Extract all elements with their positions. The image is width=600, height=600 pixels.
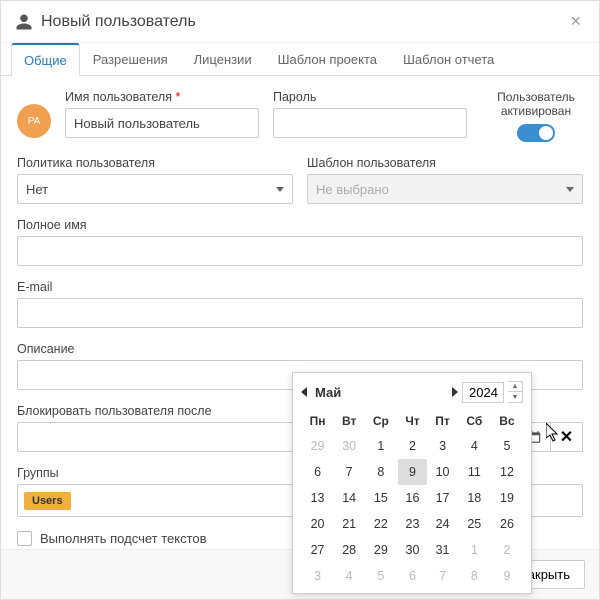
count-texts-checkbox[interactable] (17, 531, 32, 546)
clear-date-button[interactable]: ✕ (551, 422, 583, 452)
calendar-dow: Чт (398, 409, 428, 433)
calendar-day[interactable]: 4 (334, 563, 364, 589)
calendar-day[interactable]: 14 (334, 485, 364, 511)
calendar-day[interactable]: 10 (427, 459, 457, 485)
tab-project-template[interactable]: Шаблон проекта (265, 43, 390, 76)
calendar-day[interactable]: 6 (398, 563, 428, 589)
tabs: Общие Разрешения Лицензии Шаблон проекта… (1, 43, 599, 76)
email-input[interactable] (17, 298, 583, 328)
calendar-day[interactable]: 30 (398, 537, 428, 563)
calendar-day[interactable]: 8 (458, 563, 491, 589)
calendar-day[interactable]: 1 (364, 433, 397, 459)
calendar-day[interactable]: 26 (491, 511, 523, 537)
calendar-day[interactable]: 5 (364, 563, 397, 589)
calendar-day[interactable]: 6 (301, 459, 334, 485)
calendar-day[interactable]: 9 (491, 563, 523, 589)
calendar-day[interactable]: 15 (364, 485, 397, 511)
calendar-day[interactable]: 22 (364, 511, 397, 537)
tab-permissions[interactable]: Разрешения (80, 43, 181, 76)
calendar-day[interactable]: 25 (458, 511, 491, 537)
fullname-label: Полное имя (17, 218, 583, 232)
calendar-day[interactable]: 23 (398, 511, 428, 537)
calendar-dow: Пн (301, 409, 334, 433)
calendar-day[interactable]: 5 (491, 433, 523, 459)
calendar-dow: Вт (334, 409, 364, 433)
calendar-day[interactable]: 28 (334, 537, 364, 563)
calendar-day[interactable]: 7 (427, 563, 457, 589)
calendar-month[interactable]: Май (315, 385, 448, 400)
calendar-day[interactable]: 8 (364, 459, 397, 485)
calendar-popup: Май 2024 ▲▼ ПнВтСрЧтПтСбВс 2930123456789… (292, 372, 532, 594)
tab-report-template[interactable]: Шаблон отчета (390, 43, 507, 76)
calendar-day[interactable]: 20 (301, 511, 334, 537)
tab-general[interactable]: Общие (11, 43, 80, 76)
calendar-day[interactable]: 31 (427, 537, 457, 563)
calendar-day[interactable]: 24 (427, 511, 457, 537)
chevron-down-icon (276, 187, 284, 192)
activated-label: Пользователь активирован (481, 90, 591, 118)
calendar-dow: Ср (364, 409, 397, 433)
prev-month-button[interactable] (301, 387, 307, 397)
dialog-title: Новый пользователь (41, 13, 566, 31)
calendar-day[interactable]: 17 (427, 485, 457, 511)
username-input[interactable] (65, 108, 259, 138)
year-spinner[interactable]: ▲▼ (508, 381, 523, 403)
calendar-dow: Сб (458, 409, 491, 433)
avatar: PA (17, 104, 51, 138)
calendar-dow: Вс (491, 409, 523, 433)
policy-select[interactable]: Нет (17, 174, 293, 204)
group-tag[interactable]: Users (24, 492, 71, 510)
calendar-day[interactable]: 3 (427, 433, 457, 459)
activated-toggle[interactable] (517, 124, 555, 142)
calendar-grid: ПнВтСрЧтПтСбВс 2930123456789101112131415… (301, 409, 523, 589)
calendar-day[interactable]: 4 (458, 433, 491, 459)
calendar-day[interactable]: 21 (334, 511, 364, 537)
titlebar: Новый пользователь × (1, 1, 599, 43)
password-input[interactable] (273, 108, 467, 138)
email-label: E-mail (17, 280, 583, 294)
description-label: Описание (17, 342, 583, 356)
calendar-day[interactable]: 7 (334, 459, 364, 485)
username-label: Имя пользователя * (65, 90, 259, 104)
calendar-day[interactable]: 2 (398, 433, 428, 459)
calendar-day[interactable]: 1 (458, 537, 491, 563)
next-month-button[interactable] (452, 387, 458, 397)
calendar-day[interactable]: 11 (458, 459, 491, 485)
calendar-day[interactable]: 30 (334, 433, 364, 459)
calendar-day[interactable]: 19 (491, 485, 523, 511)
calendar-day[interactable]: 2 (491, 537, 523, 563)
template-select[interactable]: Не выбрано (307, 174, 583, 204)
calendar-year[interactable]: 2024 (462, 382, 504, 403)
user-icon (15, 13, 33, 31)
tab-licenses[interactable]: Лицензии (181, 43, 265, 76)
calendar-day[interactable]: 29 (301, 433, 334, 459)
close-icon[interactable]: × (566, 11, 585, 32)
template-label: Шаблон пользователя (307, 156, 583, 170)
calendar-day[interactable]: 27 (301, 537, 334, 563)
calendar-day[interactable]: 13 (301, 485, 334, 511)
calendar-day[interactable]: 29 (364, 537, 397, 563)
calendar-day[interactable]: 18 (458, 485, 491, 511)
policy-label: Политика пользователя (17, 156, 293, 170)
fullname-input[interactable] (17, 236, 583, 266)
calendar-day[interactable]: 9 (398, 459, 428, 485)
chevron-down-icon (566, 187, 574, 192)
calendar-day[interactable]: 16 (398, 485, 428, 511)
calendar-dow: Пт (427, 409, 457, 433)
calendar-day[interactable]: 3 (301, 563, 334, 589)
calendar-day[interactable]: 12 (491, 459, 523, 485)
password-label: Пароль (273, 90, 467, 104)
